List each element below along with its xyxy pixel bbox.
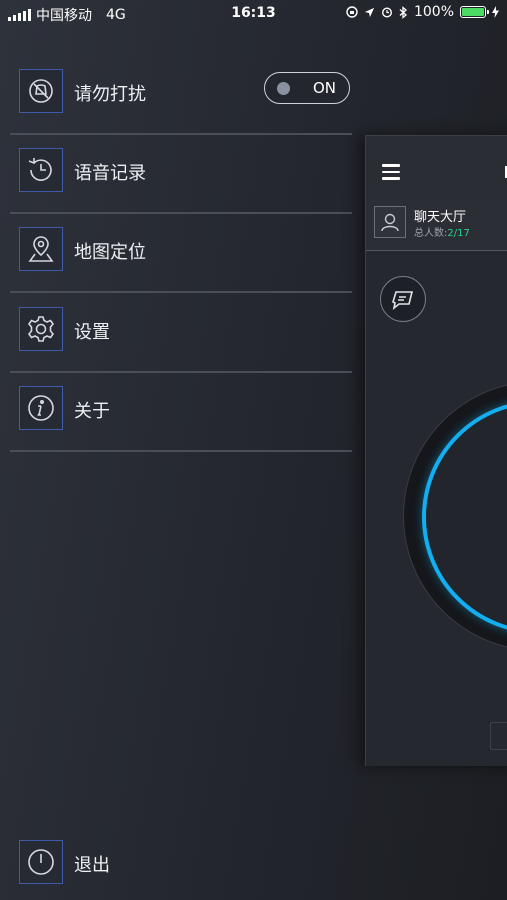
menu-label-about: 关于 xyxy=(74,401,110,422)
member-count-value: 2/17 xyxy=(447,228,470,239)
map-pin-icon xyxy=(19,227,63,271)
main-panel[interactable]: 聊天大厅 总人数:2/17 xyxy=(365,135,507,766)
history-clock-icon xyxy=(19,148,63,192)
logout-label: 退出 xyxy=(74,855,110,876)
toggle-knob xyxy=(277,82,290,95)
menu-item-voice-records[interactable]: 语音记录 xyxy=(10,133,352,214)
message-button[interactable] xyxy=(380,276,426,322)
menu-item-settings[interactable]: 设置 xyxy=(10,292,352,373)
menu-item-do-not-disturb[interactable]: 请勿打扰 ON xyxy=(10,54,352,135)
location-arrow-icon xyxy=(364,7,375,17)
menu-label-map-location: 地图定位 xyxy=(74,242,146,263)
menu-label-voice-records: 语音记录 xyxy=(74,163,146,184)
do-not-disturb-icon xyxy=(19,69,63,113)
charging-bolt-icon xyxy=(492,6,499,18)
alarm-icon xyxy=(381,7,392,18)
member-count: 总人数:2/17 xyxy=(414,224,470,239)
battery-icon xyxy=(460,6,489,18)
info-icon xyxy=(19,386,63,430)
talk-dial[interactable] xyxy=(403,381,507,651)
lock-rotation-icon xyxy=(346,6,358,18)
toggle-state: ON xyxy=(312,79,336,97)
do-not-disturb-toggle[interactable]: ON xyxy=(264,72,350,104)
menu-item-map-location[interactable]: 地图定位 xyxy=(10,212,352,293)
chatroom-title: 聊天大厅 xyxy=(414,210,467,225)
chatroom-entry[interactable]: 聊天大厅 总人数:2/17 xyxy=(366,200,507,251)
panel-header xyxy=(366,136,507,201)
user-avatar-icon xyxy=(374,206,406,238)
status-bar: 中国移动 4G 16:13 100% xyxy=(0,0,507,28)
hamburger-menu-icon[interactable] xyxy=(382,164,400,184)
member-count-label: 总人数: xyxy=(414,228,448,239)
talk-dial-ring[interactable] xyxy=(422,400,507,634)
menu-item-about[interactable]: 关于 xyxy=(10,371,352,452)
chat-bubble-icon xyxy=(392,291,414,310)
logout-button[interactable]: 退出 xyxy=(10,840,352,886)
status-right: 100% xyxy=(346,4,499,20)
gear-icon xyxy=(19,307,63,351)
battery-percent: 100% xyxy=(413,4,454,20)
battery-fill xyxy=(462,8,484,16)
menu-label-settings: 设置 xyxy=(74,322,110,343)
power-icon xyxy=(19,840,63,884)
corner-control[interactable] xyxy=(490,722,507,750)
bluetooth-icon xyxy=(399,5,407,19)
menu-label-do-not-disturb: 请勿打扰 xyxy=(74,84,146,105)
